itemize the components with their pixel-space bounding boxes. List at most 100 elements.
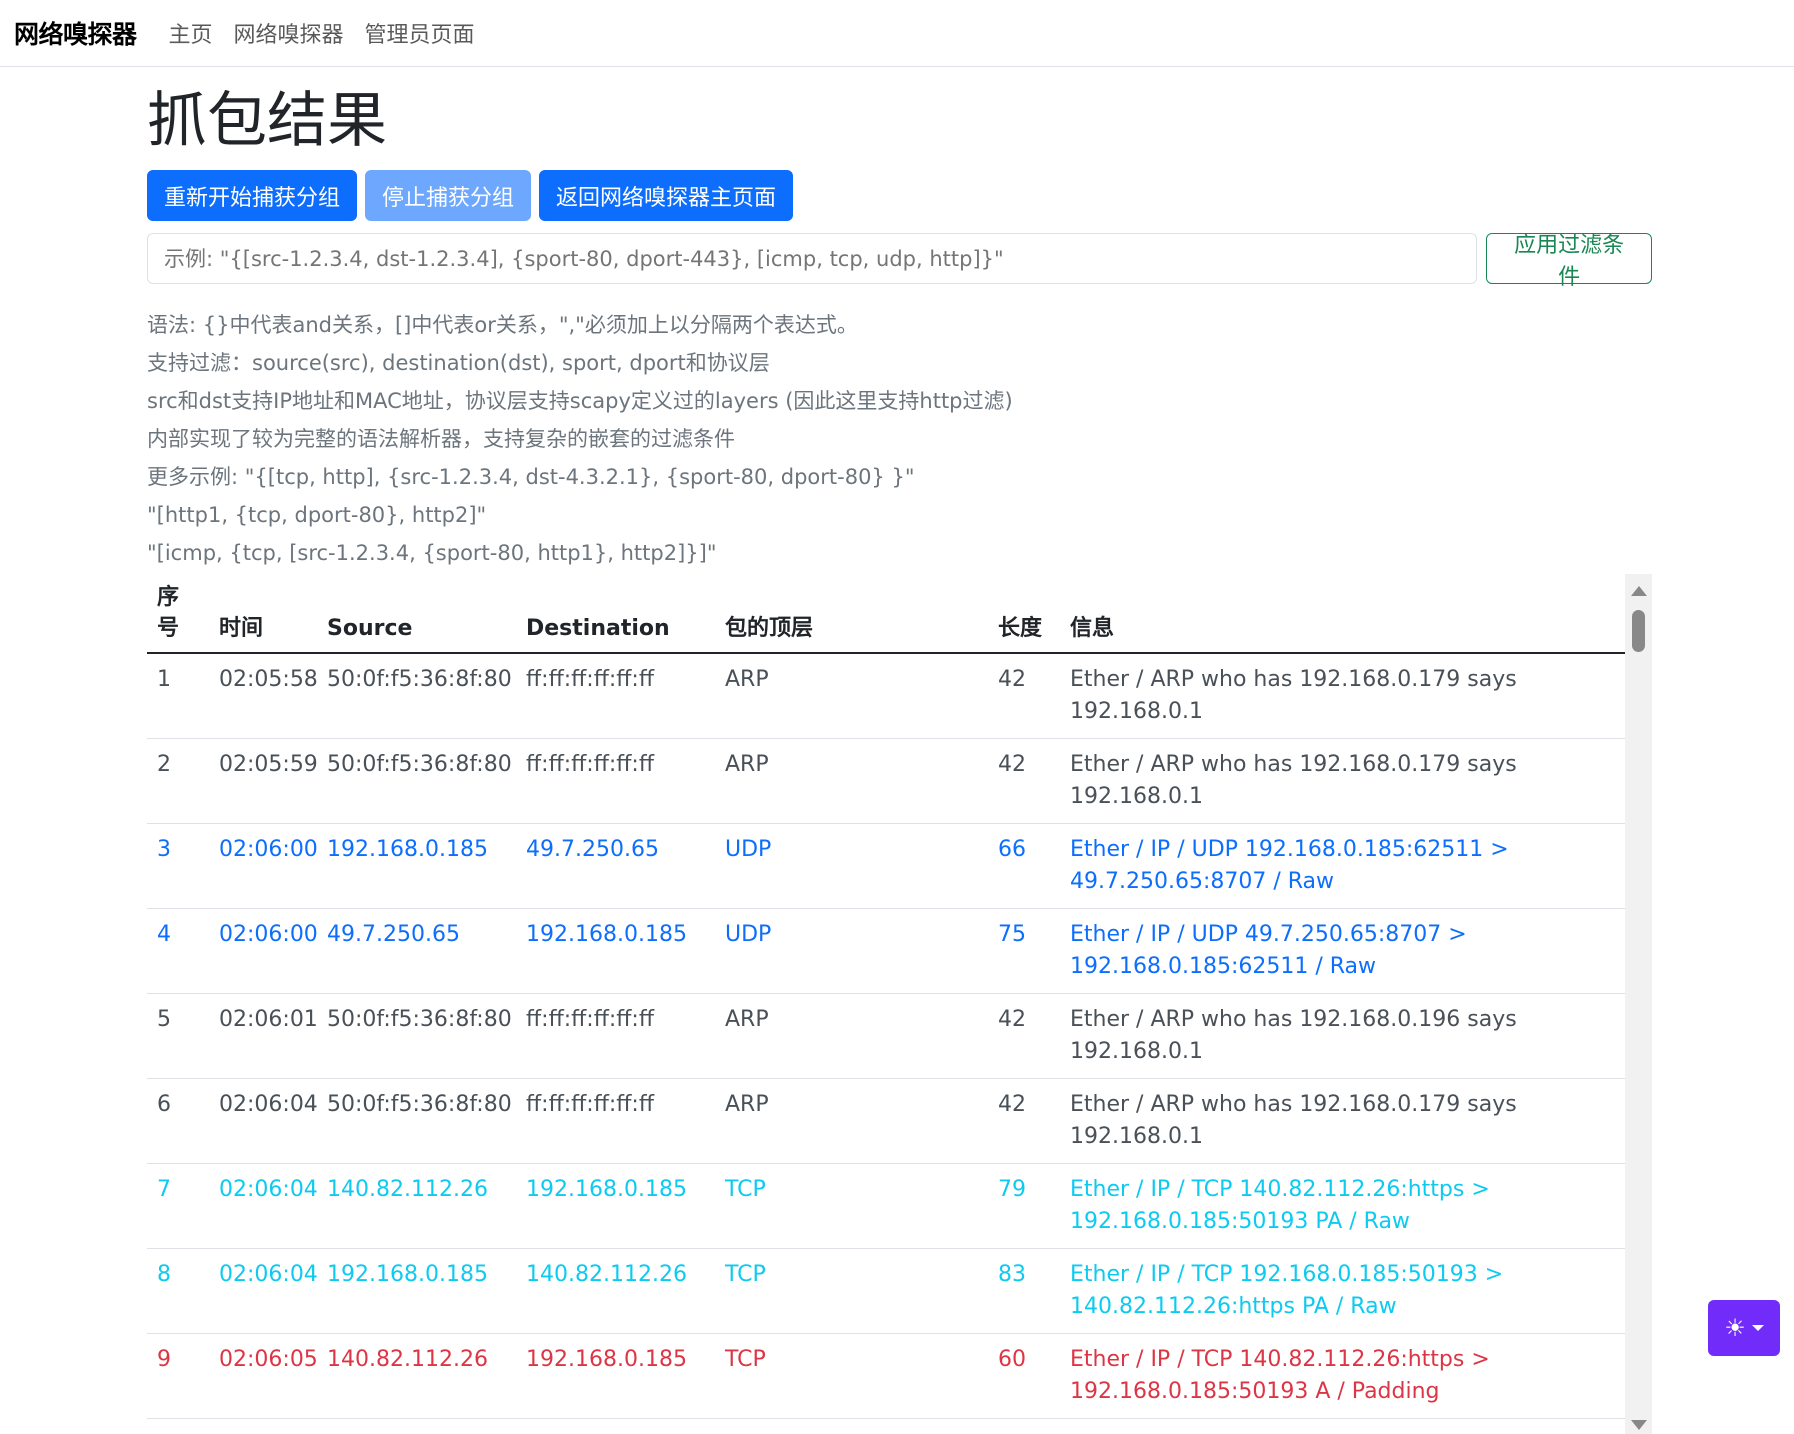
nav-link-admin[interactable]: 管理员页面 <box>365 17 475 49</box>
column-header-source[interactable]: Source <box>317 574 516 653</box>
cell-length: 79 <box>988 1164 1060 1249</box>
column-header-length[interactable]: 长度 <box>988 574 1060 653</box>
cell-time: 02:06:04 <box>209 1249 317 1334</box>
cell-length: 42 <box>988 653 1060 739</box>
cell-destination: ff:ff:ff:ff:ff:ff <box>516 1079 715 1164</box>
back-to-sniffer-button[interactable]: 返回网络嗅探器主页面 <box>539 170 793 221</box>
cell-top-layer: TCP <box>715 1249 988 1334</box>
packet-table-container: 序号 时间 Source Destination 包的顶层 长度 信息 102:… <box>147 574 1652 1434</box>
cell-info: Ether / ARP who has 192.168.0.179 says 1… <box>1060 1079 1625 1164</box>
table-row[interactable]: 802:06:04192.168.0.185140.82.112.26TCP83… <box>147 1249 1625 1334</box>
table-row[interactable]: 902:06:05140.82.112.26192.168.0.185TCP60… <box>147 1334 1625 1419</box>
cell-index: 10 <box>147 1419 209 1434</box>
cell-info: Ether / IP / UDP 192.168.0.185:62511 > 4… <box>1060 824 1625 909</box>
cell-top-layer: TCP <box>715 1164 988 1249</box>
packet-table: 序号 时间 Source Destination 包的顶层 长度 信息 102:… <box>147 574 1625 1434</box>
cell-source: 140.82.112.26 <box>317 1334 516 1419</box>
table-row[interactable]: 702:06:04140.82.112.26192.168.0.185TCP79… <box>147 1164 1625 1249</box>
cell-top-layer: ARP <box>715 653 988 739</box>
cell-index: 3 <box>147 824 209 909</box>
column-header-time[interactable]: 时间 <box>209 574 317 653</box>
cell-destination: ff:ff:ff:ff:ff:ff <box>516 994 715 1079</box>
cell-info: Ether / IP / TCP 140.82.112.26:https > 1… <box>1060 1164 1625 1249</box>
cell-index: 8 <box>147 1249 209 1334</box>
cell-length: 75 <box>988 909 1060 994</box>
table-scrollbar[interactable] <box>1625 574 1652 1434</box>
table-row[interactable]: 302:06:00192.168.0.18549.7.250.65UDP66Et… <box>147 824 1625 909</box>
column-header-destination[interactable]: Destination <box>516 574 715 653</box>
cell-index: 1 <box>147 653 209 739</box>
cell-index: 2 <box>147 739 209 824</box>
cell-length: 83 <box>988 1249 1060 1334</box>
help-line: 更多示例: "{[tcp, http], {src-1.2.3.4, dst-4… <box>147 458 1652 496</box>
cell-top-layer: TCP <box>715 1334 988 1419</box>
cell-top-layer: ARP <box>715 1419 988 1434</box>
cell-time: 02:05:59 <box>209 739 317 824</box>
cell-destination: 192.168.0.185 <box>516 909 715 994</box>
table-row[interactable]: 402:06:0049.7.250.65192.168.0.185UDP75Et… <box>147 909 1625 994</box>
cell-time: 02:06:05 <box>209 1419 317 1434</box>
cell-destination: ff:ff:ff:ff:ff:ff <box>516 653 715 739</box>
nav-link-home[interactable]: 主页 <box>169 17 213 49</box>
cell-time: 02:06:05 <box>209 1334 317 1419</box>
cell-destination: 192.168.0.185 <box>516 1334 715 1419</box>
cell-index: 5 <box>147 994 209 1079</box>
cell-source: 192.168.0.185 <box>317 824 516 909</box>
table-row[interactable]: 502:06:0150:0f:f5:36:8f:80ff:ff:ff:ff:ff… <box>147 994 1625 1079</box>
cell-time: 02:06:04 <box>209 1164 317 1249</box>
column-header-info[interactable]: 信息 <box>1060 574 1625 653</box>
help-line: 内部实现了较为完整的语法解析器，支持复杂的嵌套的过滤条件 <box>147 420 1652 458</box>
table-header-row: 序号 时间 Source Destination 包的顶层 长度 信息 <box>147 574 1625 653</box>
cell-top-layer: ARP <box>715 994 988 1079</box>
cell-source: 49.7.250.65 <box>317 909 516 994</box>
cell-info: Ether / IP / TCP 192.168.0.185:50193 > 1… <box>1060 1249 1625 1334</box>
cell-destination: ff:ff:ff:ff:ff:ff <box>516 739 715 824</box>
help-line: "[http1, {tcp, dport-80}, http2]" <box>147 496 1652 534</box>
cell-info: Ether / ARP who has 192.168.0.179 says 1… <box>1060 739 1625 824</box>
cell-time: 02:06:00 <box>209 824 317 909</box>
cell-info: Ether / ARP who has 192.168.0.196 says 1… <box>1060 994 1625 1079</box>
help-line: src和dst支持IP地址和MAC地址，协议层支持scapy定义过的layers… <box>147 382 1652 420</box>
table-row[interactable]: 602:06:0450:0f:f5:36:8f:80ff:ff:ff:ff:ff… <box>147 1079 1625 1164</box>
cell-source: 50:0f:f5:36:8f:80 <box>317 1079 516 1164</box>
cell-destination: 49.7.250.65 <box>516 824 715 909</box>
table-row[interactable]: 102:05:5850:0f:f5:36:8f:80ff:ff:ff:ff:ff… <box>147 653 1625 739</box>
nav-link-sniffer[interactable]: 网络嗅探器 <box>234 17 344 49</box>
column-header-top-layer[interactable]: 包的顶层 <box>715 574 988 653</box>
cell-source: 50:0f:f5:36:8f:80 <box>317 739 516 824</box>
column-header-index[interactable]: 序号 <box>147 574 209 653</box>
cell-source: 50:0f:f5:36:8f:80 <box>317 653 516 739</box>
cell-source: 192.168.0.185 <box>317 1249 516 1334</box>
restart-capture-button[interactable]: 重新开始捕获分组 <box>147 170 357 221</box>
navbar-brand[interactable]: 网络嗅探器 <box>14 15 137 51</box>
filter-help: 语法: {}中代表and关系，[]中代表or关系，","必须加上以分隔两个表达式… <box>147 306 1652 572</box>
theme-toggle-button[interactable]: ☀ <box>1708 1300 1780 1356</box>
cell-length: 66 <box>988 824 1060 909</box>
page-title: 抓包结果 <box>147 87 1652 156</box>
cell-info: Ether / ARP who has 192.168.0.179 says 1… <box>1060 1419 1625 1434</box>
cell-top-layer: UDP <box>715 824 988 909</box>
cell-index: 7 <box>147 1164 209 1249</box>
table-row[interactable]: 202:05:5950:0f:f5:36:8f:80ff:ff:ff:ff:ff… <box>147 739 1625 824</box>
cell-length: 42 <box>988 1419 1060 1434</box>
cell-destination: 140.82.112.26 <box>516 1249 715 1334</box>
table-row[interactable]: 1002:06:0550:0f:f5:36:8f:80ff:ff:ff:ff:f… <box>147 1419 1625 1434</box>
filter-input[interactable] <box>147 233 1477 284</box>
scroll-up-arrow-icon[interactable] <box>1631 586 1647 596</box>
cell-time: 02:06:01 <box>209 994 317 1079</box>
cell-destination: ff:ff:ff:ff:ff:ff <box>516 1419 715 1434</box>
apply-filter-button[interactable]: 应用过滤条件 <box>1486 233 1652 284</box>
cell-index: 6 <box>147 1079 209 1164</box>
cell-source: 50:0f:f5:36:8f:80 <box>317 994 516 1079</box>
cell-info: Ether / ARP who has 192.168.0.179 says 1… <box>1060 653 1625 739</box>
filter-row: 应用过滤条件 <box>147 233 1652 284</box>
scrollbar-thumb[interactable] <box>1632 610 1645 652</box>
cell-time: 02:05:58 <box>209 653 317 739</box>
top-navbar: 网络嗅探器 主页 网络嗅探器 管理员页面 <box>0 0 1794 67</box>
stop-capture-button[interactable]: 停止捕获分组 <box>365 170 531 221</box>
cell-info: Ether / IP / TCP 140.82.112.26:https > 1… <box>1060 1334 1625 1419</box>
cell-source: 50:0f:f5:36:8f:80 <box>317 1419 516 1434</box>
cell-index: 9 <box>147 1334 209 1419</box>
cell-length: 42 <box>988 739 1060 824</box>
scroll-down-arrow-icon[interactable] <box>1631 1420 1647 1430</box>
